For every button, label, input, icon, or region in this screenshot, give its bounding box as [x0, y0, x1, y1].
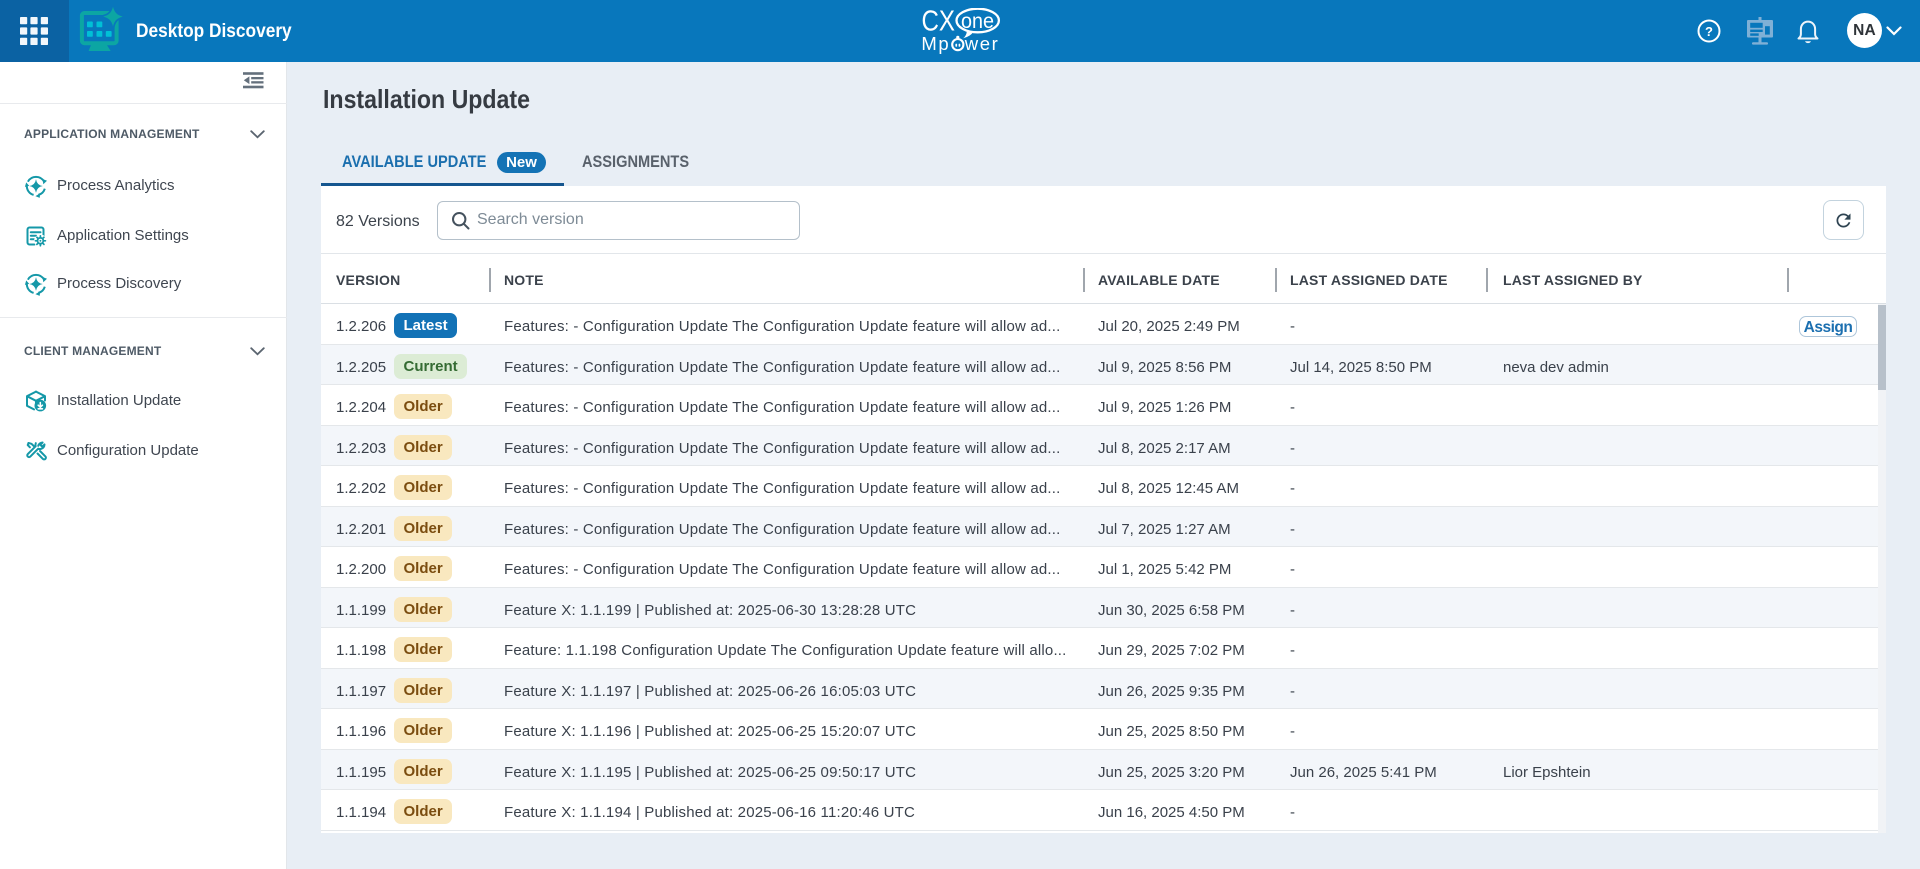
svg-text:one: one: [961, 10, 994, 33]
svg-text:wer: wer: [964, 33, 1000, 54]
svg-text:?: ?: [1705, 24, 1713, 39]
svg-text:Mp: Mp: [921, 33, 950, 54]
